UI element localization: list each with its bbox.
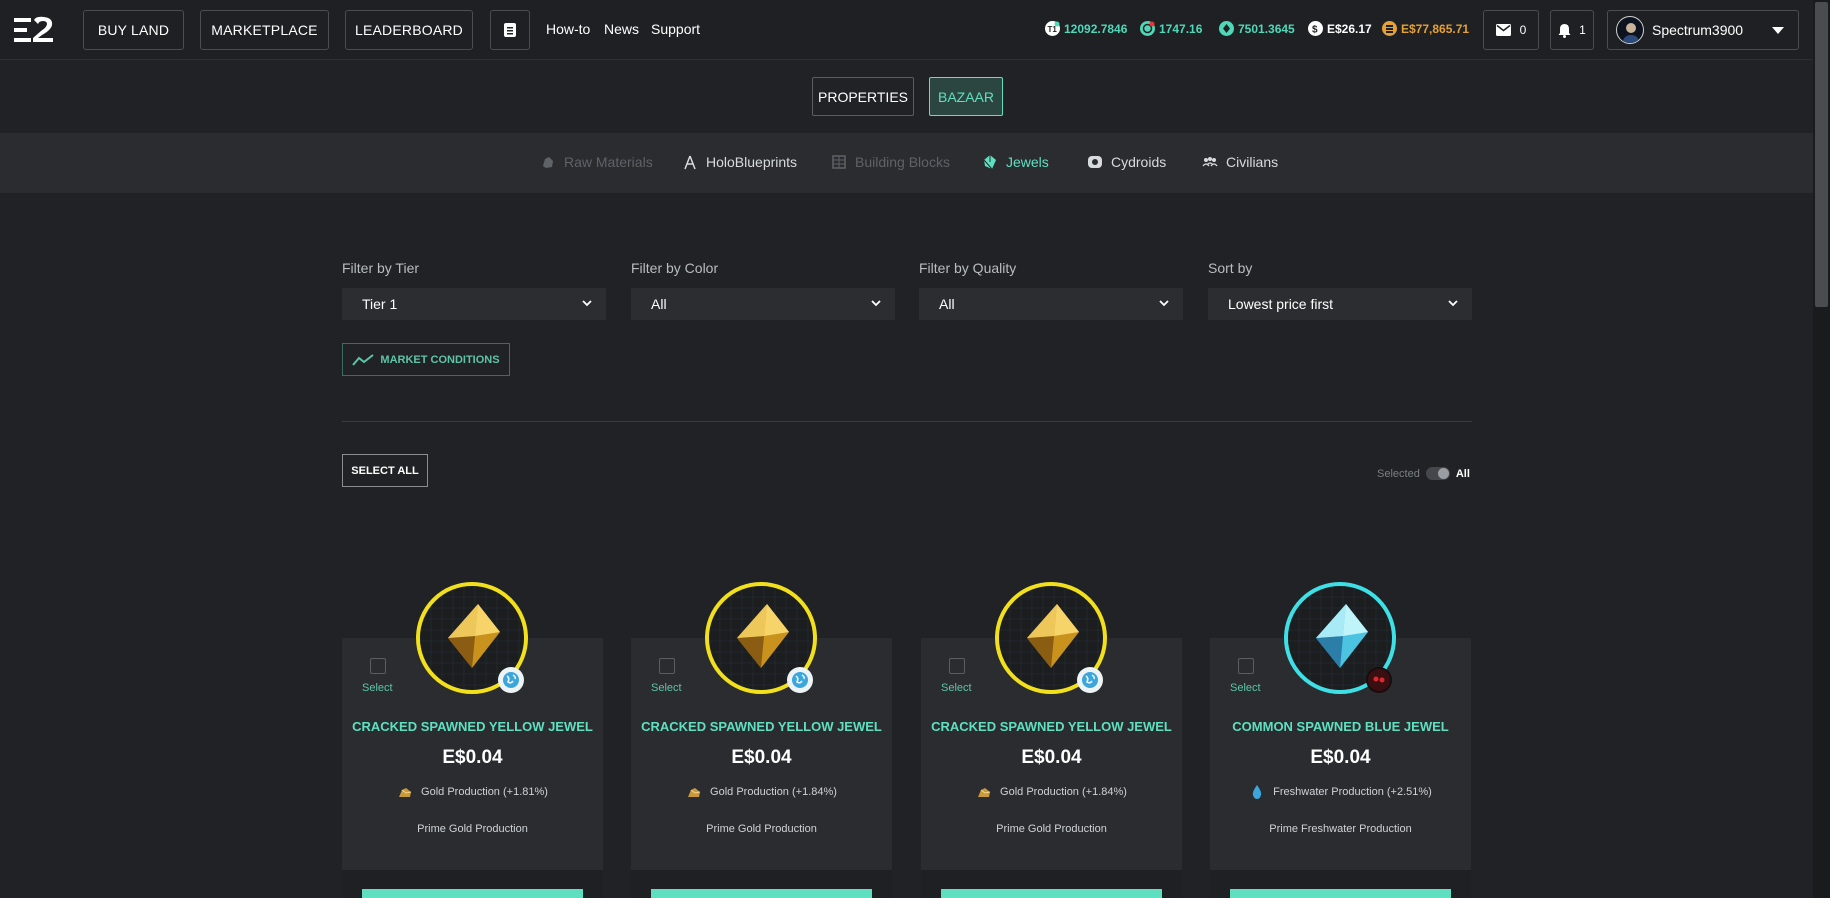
chevron-down-icon [582,300,592,307]
globe-icon [1077,667,1103,693]
jewel-subtitle: Prime Gold Production [996,823,1107,835]
svg-text:$: $ [1312,25,1318,36]
jewel-price: E$0.04 [1310,747,1371,768]
dollar-icon: $ [1308,21,1323,36]
category-civilians[interactable]: Civilians [1202,154,1278,170]
jewel-name: CRACKED SPAWNED YELLOW JEWEL [352,719,593,734]
globe-icon [498,667,524,693]
marketplace-button[interactable]: MARKETPLACE [200,10,329,50]
chevron-down-icon [1159,300,1169,307]
water-drop-icon [1252,785,1262,799]
buy-button[interactable] [1230,889,1451,898]
select-all-button[interactable]: SELECT ALL [342,454,428,487]
select-label[interactable]: Select [1230,682,1261,694]
notifications-button[interactable]: 1 [1550,10,1594,50]
category-cydroids[interactable]: Cydroids [1087,154,1166,170]
category-jewels[interactable]: Jewels [982,154,1049,170]
select-checkbox[interactable] [949,658,965,674]
sort-select[interactable]: Lowest price first [1208,288,1472,320]
jewel-attribute: Gold Production (+1.81%) [342,784,603,800]
select-checkbox[interactable] [370,658,386,674]
jewel-icon [983,155,996,170]
tab-bazaar[interactable]: BAZAAR [929,77,1003,116]
select-label[interactable]: Select [362,682,393,694]
notes-button[interactable] [490,10,530,50]
jewel-name: COMMON SPAWNED BLUE JEWEL [1232,719,1449,734]
market-conditions-button[interactable]: MARKET CONDITIONS [342,343,510,376]
avatar [1616,16,1644,44]
balance-gem[interactable]: 7501.3645 [1219,21,1295,36]
select-label[interactable]: Select [941,682,972,694]
sort-label: Sort by [1208,260,1253,276]
essence-icon [1140,21,1155,36]
news-link[interactable]: News [604,21,639,37]
t1-token-icon: T1 [1045,21,1060,36]
category-holoblueprints[interactable]: HoloBlueprints [682,154,797,170]
filter-tier-select[interactable]: Tier 1 [342,288,606,320]
leaderboard-button[interactable]: LEADERBOARD [345,10,473,50]
ore-icon [543,157,553,168]
envelope-icon [1495,24,1511,36]
select-label[interactable]: Select [651,682,682,694]
globe-icon [787,667,813,693]
e2-logo[interactable] [14,16,54,44]
balance-essence[interactable]: 1747.16 [1140,21,1202,36]
jewel-price: E$0.04 [731,747,792,768]
bell-icon [1558,23,1571,38]
filter-color-select[interactable]: All [631,288,895,320]
jewel-subtitle: Prime Freshwater Production [1269,823,1412,835]
jewel-subtitle: Prime Gold Production [706,823,817,835]
scrollbar-thumb[interactable] [1815,2,1828,307]
user-menu[interactable]: Spectrum3900 [1607,10,1799,50]
compass-icon [684,155,696,170]
red-creature-icon [1366,667,1392,693]
caret-down-icon [1772,27,1784,34]
jewel-name: CRACKED SPAWNED YELLOW JEWEL [641,719,882,734]
balance-coins[interactable]: E$77,865.71 [1382,21,1469,36]
jewel-name: CRACKED SPAWNED YELLOW JEWEL [931,719,1172,734]
blocks-icon [832,155,846,169]
coin-stack-icon [1382,21,1397,36]
category-building-blocks[interactable]: Building Blocks [831,154,950,170]
buy-button[interactable] [362,889,583,898]
civilians-icon [1202,157,1218,167]
jewel-subtitle: Prime Gold Production [417,823,528,835]
inbox-button[interactable]: 0 [1483,10,1539,50]
chevron-down-icon [871,300,881,307]
jewel-attribute: Gold Production (+1.84%) [921,784,1182,800]
jewel-attribute: Freshwater Production (+2.51%) [1210,784,1471,800]
document-icon [504,23,516,37]
category-raw-materials[interactable]: Raw Materials [540,154,653,170]
filter-quality-select[interactable]: All [919,288,1183,320]
view-toggle[interactable]: Selected All [1377,467,1470,480]
divider [342,421,1472,422]
gold-ore-icon [399,788,412,797]
buy-button[interactable] [651,889,872,898]
chevron-down-icon [1448,300,1458,307]
svg-text:T1: T1 [1048,25,1058,34]
buy-land-button[interactable]: BUY LAND [83,10,184,50]
buy-button[interactable] [941,889,1162,898]
select-checkbox[interactable] [1238,658,1254,674]
jewel-price: E$0.04 [1021,747,1082,768]
trend-line-icon [352,353,375,366]
gem-token-icon [1219,21,1234,36]
tab-properties[interactable]: PROPERTIES [812,77,914,116]
select-checkbox[interactable] [659,658,675,674]
gold-ore-icon [978,788,991,797]
jewel-attribute: Gold Production (+1.84%) [631,784,892,800]
balance-dollar[interactable]: $ E$26.17 [1308,21,1372,36]
filter-quality-label: Filter by Quality [919,260,1017,276]
filter-color-label: Filter by Color [631,260,719,276]
toggle-switch[interactable] [1425,467,1450,480]
gold-ore-icon [688,788,701,797]
how-to-link[interactable]: How-to [546,21,590,37]
filter-tier-label: Filter by Tier [342,260,420,276]
cydroid-icon [1088,156,1102,168]
jewel-price: E$0.04 [442,747,503,768]
support-link[interactable]: Support [651,21,700,37]
balance-t1[interactable]: T1 12092.7846 [1045,21,1127,36]
